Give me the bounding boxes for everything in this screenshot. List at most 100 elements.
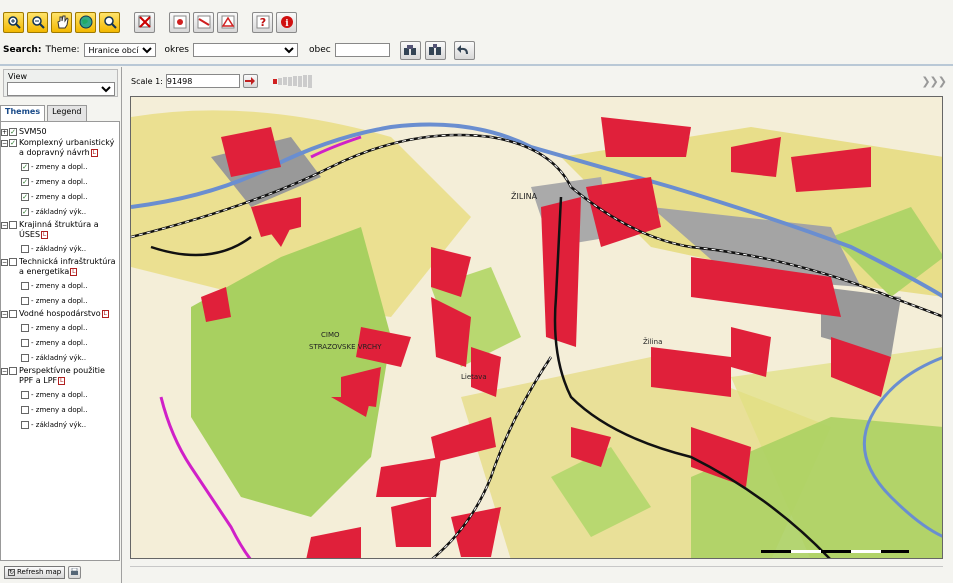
globe-full-extent-icon [79, 15, 92, 29]
info-button[interactable]: i [276, 11, 297, 33]
undo-button[interactable] [453, 40, 475, 60]
layer-checkbox[interactable] [21, 391, 29, 399]
map-label-strazovske: STRAZOVSKE VRCHY [309, 343, 382, 351]
scale-go-button[interactable] [242, 74, 258, 88]
collapse-icon[interactable]: − [1, 222, 8, 229]
legend-icon[interactable]: L [90, 148, 98, 157]
layer-checkbox[interactable] [21, 421, 29, 429]
refresh-map-label: Refresh map [17, 567, 62, 576]
layer-checkbox[interactable]: ✓ [21, 178, 29, 186]
layer-label: - základný výk.. [31, 207, 87, 216]
theme-label: SVM50 [19, 127, 47, 136]
refresh-map-button[interactable]: ↻ Refresh map [4, 565, 66, 579]
legend-icon[interactable]: L [70, 267, 78, 276]
scale-label: Scale 1: [131, 76, 163, 86]
theme-select[interactable]: Hranice obcí [83, 43, 156, 57]
clear-selection-icon [138, 15, 151, 28]
legend-icon[interactable]: L [101, 309, 109, 318]
tab-legend[interactable]: Legend [47, 105, 87, 121]
theme-checkbox[interactable] [9, 221, 17, 229]
map-image[interactable]: CIMO STRAZOVSKE VRCHY ŽILINA Žilina Liet… [131, 97, 943, 559]
collapse-icon[interactable]: − [1, 259, 8, 266]
view-select[interactable] [7, 82, 115, 96]
clear-selection-button[interactable] [134, 11, 155, 33]
map-view[interactable]: CIMO STRAZOVSKE VRCHY ŽILINA Žilina Liet… [130, 96, 943, 559]
layer-checkbox[interactable]: ✓ [21, 193, 29, 201]
binoculars-icon [429, 44, 442, 55]
theme-label: Theme: [45, 45, 80, 55]
help-button[interactable]: ? [252, 11, 273, 33]
measure-line-button[interactable] [193, 11, 214, 33]
layer-item: - základný výk.. [1, 417, 119, 432]
scale-input[interactable] [165, 74, 240, 88]
layer-checkbox[interactable] [21, 282, 29, 290]
theme-node: − Krajinná štruktúra a ÚSES L [1, 220, 119, 240]
search-label: Search: [3, 45, 42, 55]
identify-point-button[interactable] [169, 11, 190, 33]
expand-panel-icon[interactable]: ❯❯❯ [921, 75, 947, 88]
layer-item: - zmeny a dopl.. [1, 402, 119, 417]
layer-checkbox[interactable] [21, 406, 29, 414]
layer-label: - základný výk.. [31, 353, 87, 362]
map-status-line [130, 566, 943, 567]
okres-label: okres [164, 45, 189, 55]
pan-hand-icon [56, 15, 69, 29]
layer-label: - zmeny a dopl.. [31, 177, 88, 186]
okres-select[interactable] [192, 43, 298, 57]
layer-checkbox[interactable] [21, 297, 29, 305]
layer-item: ✓ - základný výk.. [1, 204, 119, 219]
map-label-cimo: CIMO [321, 331, 340, 339]
globe-full-extent-button[interactable] [75, 11, 96, 33]
svg-text:i: i [285, 19, 289, 29]
search-zoom-button[interactable] [424, 40, 446, 60]
panel-splitter[interactable] [121, 67, 122, 583]
layer-item: - základný výk.. [1, 350, 119, 365]
legend-icon[interactable]: L [58, 376, 66, 385]
theme-checkbox[interactable]: ✓ [9, 139, 17, 147]
layer-checkbox[interactable]: ✓ [21, 163, 29, 171]
theme-checkbox[interactable] [9, 258, 17, 266]
measure-area-button[interactable] [217, 11, 238, 33]
theme-label: Krajinná štruktúra a ÚSES L [19, 220, 99, 239]
obec-input[interactable] [334, 43, 390, 57]
layer-checkbox[interactable] [21, 324, 29, 332]
panel-tabs: Themes Legend [0, 105, 120, 121]
theme-checkbox[interactable] [9, 310, 17, 318]
zoom-slider-thumb[interactable] [272, 78, 277, 84]
zoom-select-button[interactable] [99, 11, 120, 33]
layer-checkbox[interactable] [21, 339, 29, 347]
zoom-slider[interactable] [272, 74, 312, 88]
theme-checkbox[interactable] [9, 367, 17, 375]
print-button[interactable] [68, 565, 82, 579]
theme-label: Komplexný urbanistický a dopravný návrh L [19, 138, 115, 157]
collapse-icon[interactable]: − [1, 140, 8, 147]
layer-checkbox[interactable]: ✓ [21, 208, 29, 216]
theme-node: − Vodné hospodárstvo L [1, 309, 119, 319]
layer-item: ✓ - zmeny a dopl.. [1, 159, 119, 174]
measure-area-icon [221, 15, 234, 29]
layer-checkbox[interactable] [21, 354, 29, 362]
layer-checkbox[interactable] [21, 245, 29, 253]
zoom-out-button[interactable] [27, 11, 48, 33]
tab-themes[interactable]: Themes [0, 105, 46, 121]
header-divider [0, 64, 953, 66]
left-panel: View Themes Legend + ✓ SVM50− ✓ Komplexný ur… [0, 67, 120, 583]
collapse-icon[interactable]: − [1, 368, 8, 375]
legend-icon[interactable]: L [41, 230, 49, 239]
layer-item: - zmeny a dopl.. [1, 293, 119, 308]
expand-icon[interactable]: + [1, 129, 8, 136]
theme-label: Technická infraštruktúra a energetika L [19, 257, 116, 276]
pan-hand-button[interactable] [51, 11, 72, 33]
svg-text:?: ? [259, 16, 265, 29]
info-icon: i [280, 16, 293, 29]
theme-checkbox[interactable]: ✓ [9, 128, 17, 136]
zoom-in-button[interactable] [3, 11, 24, 33]
layer-label: - zmeny a dopl.. [31, 192, 88, 201]
collapse-icon[interactable]: − [1, 311, 8, 318]
layer-label: - zmeny a dopl.. [31, 390, 88, 399]
layer-label: - zmeny a dopl.. [31, 405, 88, 414]
map-label-lietava: Lietava [461, 373, 487, 381]
layer-label: - zmeny a dopl.. [31, 281, 88, 290]
main-toolbar: ? i [0, 8, 953, 36]
search-go-button[interactable] [399, 40, 421, 60]
